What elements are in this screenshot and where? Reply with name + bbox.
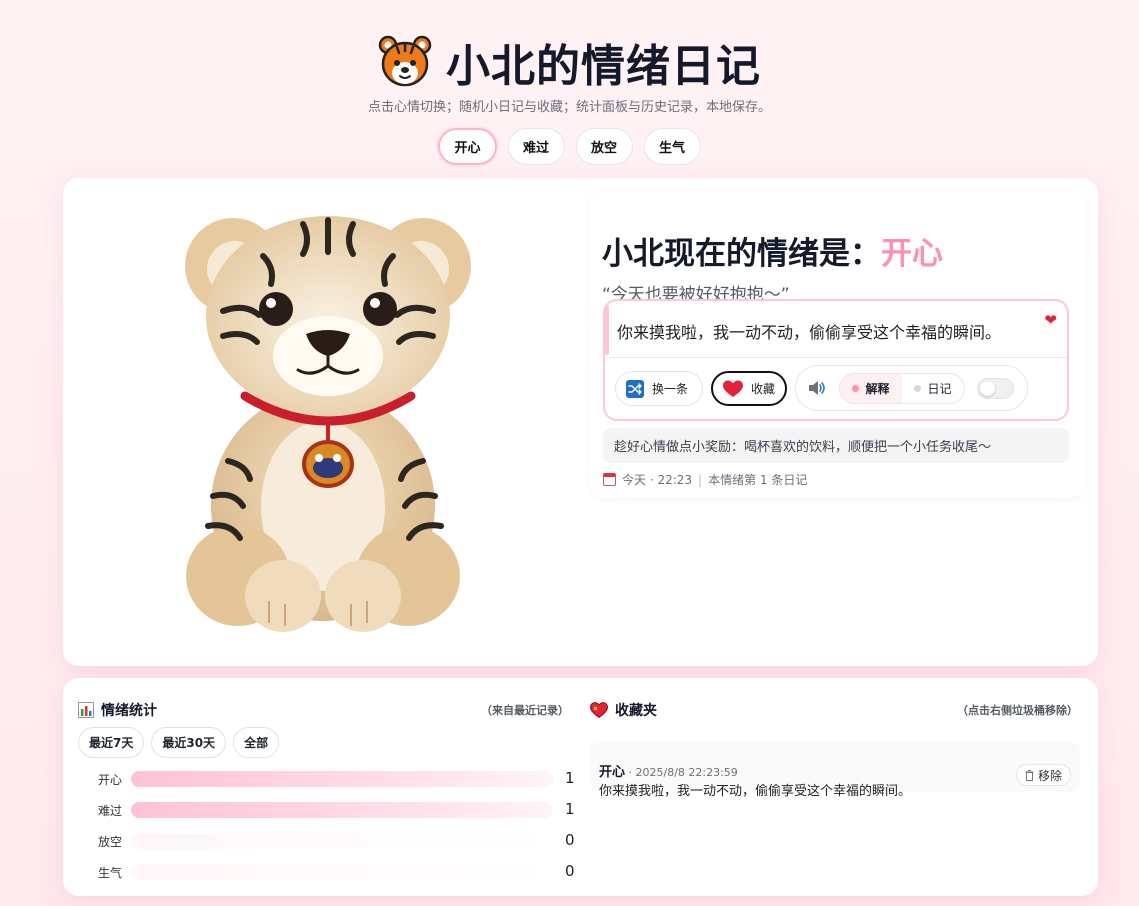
diary-dot-icon — [914, 385, 922, 392]
favorite-label: 收藏 — [751, 382, 776, 396]
favorite-item-head: 开心 · 2025/8/8 22:23:59 — [599, 761, 738, 780]
stat-row: 开心 1 — [78, 769, 575, 789]
diary-text: 你来摸我啦，我一动不动，偷偷享受这个幸福的瞬间。 — [617, 323, 1002, 342]
voice-mode-segment: 解释 日记 — [839, 373, 965, 404]
stat-row: 放空 0 — [78, 831, 575, 851]
shuffle-button[interactable]: 换一条 — [615, 371, 703, 406]
range-tabs: 最近7天 最近30天 全部 — [78, 727, 280, 758]
stat-label: 开心 — [98, 773, 123, 787]
title-row: 小北的情绪日记 — [0, 30, 1139, 94]
range-tab-7d[interactable]: 最近7天 — [78, 727, 145, 758]
tiger-plush-image — [185, 216, 471, 632]
mood-tabs: 开心 难过 放空 生气 — [0, 128, 1139, 165]
stat-count: 1 — [565, 769, 575, 787]
stat-bar-track — [131, 802, 553, 818]
meta-separator: | — [698, 472, 703, 487]
favorite-item: 开心 · 2025/8/8 22:23:59 你来摸我啦，我一动不动，偷偷享受这… — [590, 742, 1080, 799]
shuffle-icon — [626, 379, 644, 398]
favorite-button[interactable]: 收藏 — [711, 371, 787, 406]
favorites-title: 收藏夹 — [615, 703, 657, 719]
page-title: 小北的情绪日记 — [446, 41, 761, 92]
favorites-heart-icon — [590, 702, 608, 718]
page-subtitle: 点击心情切换；随机小日记与收藏；统计面板与历史记录，本地保存。 — [367, 100, 771, 115]
stat-row: 难过 1 — [78, 800, 575, 820]
speaker-icon[interactable] — [807, 378, 827, 398]
stat-bar-fill — [131, 802, 553, 818]
stat-label: 难过 — [98, 804, 123, 818]
remove-favorite-button[interactable]: 移除 — [1016, 764, 1072, 786]
favorites-note: （点击右侧垃圾桶移除） — [957, 704, 1078, 717]
heart-icon — [723, 380, 743, 397]
stat-bar-track — [131, 771, 553, 787]
meta-count: 本情绪第 1 条日记 — [708, 473, 808, 487]
meta-time: 今天 · 22:23 — [622, 473, 693, 487]
mood-tab-blank[interactable]: 放空 — [575, 128, 633, 165]
diary-accent-bar — [605, 305, 609, 355]
stat-row: 生气 0 — [78, 862, 575, 882]
mode-explain-option[interactable]: 解释 — [840, 374, 902, 403]
trash-icon — [1025, 769, 1034, 781]
bottom-card: 情绪统计 （来自最近记录） 最近7天 最近30天 全部 开心 1 难过 1 放空 0 生气 0… — [63, 678, 1098, 896]
favorite-item-time: · 2025/8/8 22:23:59 — [625, 766, 738, 779]
mood-info-panel: 小北现在的情绪是：开心 “今天也要被好好抱抱～” 你来摸我啦，我一动不动，偷偷享… — [590, 192, 1084, 498]
stat-label: 生气 — [98, 866, 123, 880]
favorited-heart-icon: ❤ — [1044, 311, 1057, 329]
mood-tab-sad[interactable]: 难过 — [507, 128, 565, 165]
voice-control-group: 解释 日记 — [795, 365, 1028, 411]
mood-heading-prefix: 小北现在的情绪是： — [602, 236, 881, 272]
tiger-face-icon — [378, 35, 432, 87]
current-mood-value: 开心 — [881, 236, 943, 272]
mood-tip: 趁好心情做点小奖励：喝杯喜欢的饮料，顺便把一个小任务收尾～ — [603, 428, 1069, 463]
mode-diary-label: 日记 — [927, 382, 952, 396]
range-tab-all[interactable]: 全部 — [233, 727, 280, 758]
stat-count: 0 — [565, 862, 575, 880]
stat-bar-fill — [131, 771, 553, 787]
diary-meta: 今天 · 22:23 | 本情绪第 1 条日记 — [603, 471, 807, 488]
mood-tab-angry[interactable]: 生气 — [643, 128, 701, 165]
mode-diary-option[interactable]: 日记 — [902, 374, 964, 403]
stats-title: 情绪统计 — [101, 703, 157, 719]
mood-tab-happy[interactable]: 开心 — [438, 128, 497, 165]
remove-label: 移除 — [1038, 768, 1063, 783]
current-mood-heading: 小北现在的情绪是：开心 — [602, 228, 943, 273]
shuffle-label: 换一条 — [652, 382, 689, 396]
stat-count: 0 — [565, 831, 575, 849]
diary-divider — [607, 357, 1067, 358]
auto-read-toggle[interactable] — [977, 378, 1014, 399]
range-tab-30d[interactable]: 最近30天 — [151, 727, 227, 758]
favorite-item-text: 你来摸我啦，我一动不动，偷偷享受这个幸福的瞬间。 — [599, 784, 912, 799]
mode-explain-label: 解释 — [865, 382, 890, 396]
bar-chart-icon — [78, 702, 94, 718]
favorite-item-mood: 开心 — [599, 765, 626, 780]
stats-panel: 情绪统计 （来自最近记录） 最近7天 最近30天 全部 开心 1 难过 1 放空 0 生气 0 — [78, 700, 575, 880]
favorites-panel: 收藏夹 （点击右侧垃圾桶移除） 开心 · 2025/8/8 22:23:59 你… — [590, 700, 1080, 799]
toggle-knob — [980, 381, 995, 396]
mood-card: 小北现在的情绪是：开心 “今天也要被好好抱抱～” 你来摸我啦，我一动不动，偷偷享… — [63, 178, 1098, 666]
calendar-icon — [603, 473, 616, 486]
diary-box: 你来摸我啦，我一动不动，偷偷享受这个幸福的瞬间。 ❤ 换一条 收藏 解释 日记 — [603, 299, 1069, 421]
stat-bar-track — [131, 864, 553, 880]
stats-note: （来自最近记录） — [481, 704, 569, 717]
stat-count: 1 — [565, 800, 575, 818]
stat-bar-track — [131, 833, 553, 849]
explain-dot-icon — [852, 385, 860, 392]
stat-label: 放空 — [98, 835, 123, 849]
